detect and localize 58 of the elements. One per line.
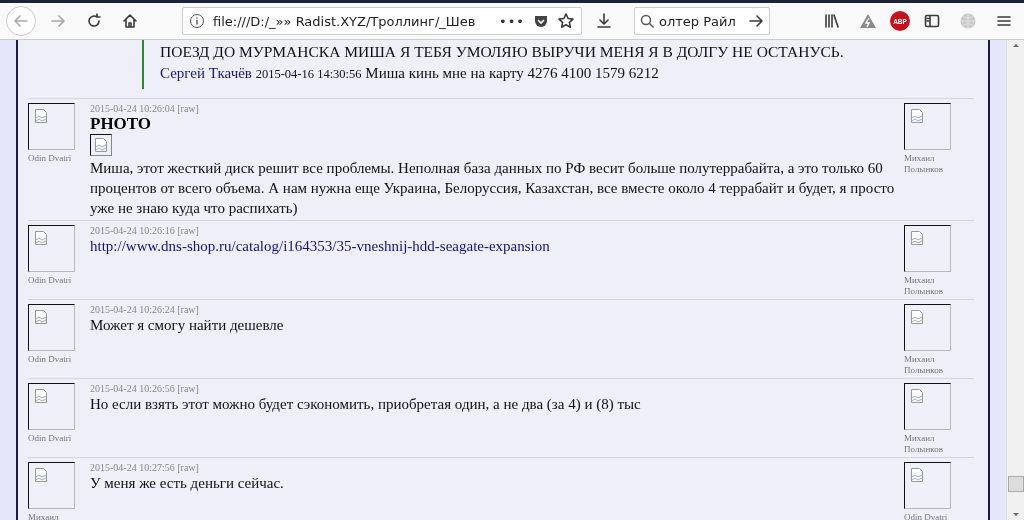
broken-image-icon — [910, 230, 924, 246]
quote-author[interactable]: Сергей Ткачёв — [160, 65, 252, 81]
broken-image-icon — [910, 108, 924, 124]
recipient-name: Михаил Полынков — [904, 354, 944, 376]
message-text: Миша, этот жесткий диск решит все проблемы. Неполная база данных по РФ весит больше полутеррабайта, а это только 60 процентов от всего объема. А нам нужна еще Украина, Белоруссия, Казахстан, все вместе около 4 террабайт и будет, я просто уже не знаю куда что распихать) — [90, 159, 896, 218]
scrollbar[interactable] — [1006, 40, 1024, 520]
message-link[interactable]: http://www.dns-shop.ru/catalog/i164353/35-vneshnij-hdd-seagate-expansion — [90, 238, 550, 254]
broken-image-icon — [94, 137, 108, 153]
author-name: Odin Dvatri — [28, 153, 73, 164]
message-meta: 2015-04-24 10:26:16 [raw] — [90, 225, 200, 236]
author-name: Михаил — [28, 512, 60, 520]
address-bar[interactable]: file:///D:/_»» Radist.XYZ/Троллинг/_Шев ••• — [182, 7, 582, 35]
scroll-thumb[interactable] — [1008, 476, 1024, 492]
quoted-text: ПОЕЗД ДО МУРМАНСКА МИША Я ТЕБЯ УМОЛЯЮ ВЫРУЧИ МЕНЯ Я В ДОЛГУ НЕ ОСТАНУСЬ. — [160, 42, 845, 62]
search-text: олтер Райл — [659, 13, 737, 29]
author-name: Odin Dvatri — [28, 433, 73, 444]
quote-message: Миша кинь мне на карту 4276 4100 1579 6212 — [365, 65, 659, 81]
url-text: file:///D:/_»» Radist.XYZ/Троллинг/_Шев — [213, 13, 477, 29]
back-arrow-icon — [12, 12, 30, 30]
message-title: PHOTO — [90, 114, 153, 133]
message-meta: 2015-04-24 10:27:56 [raw] — [90, 462, 200, 473]
recipient-name: Михаил Полынков — [904, 433, 944, 455]
pocket-icon[interactable] — [533, 13, 549, 29]
recipient-name: Odin Dvatri — [904, 512, 949, 520]
library-icon — [823, 12, 841, 30]
go-arrow-icon[interactable] — [747, 12, 765, 30]
message-meta: 2015-04-24 10:26:56 [raw] — [90, 383, 200, 394]
author-name: Odin Dvatri — [28, 354, 73, 365]
recipient-name: Михаил Полынков — [904, 153, 944, 175]
broken-image-icon — [34, 309, 48, 325]
info-icon — [189, 13, 205, 29]
star-icon[interactable] — [557, 12, 575, 30]
reload-icon — [85, 12, 103, 30]
home-icon — [121, 12, 139, 30]
globe-icon — [959, 12, 977, 30]
message-text: Может я смогу найти дешевле — [90, 316, 285, 335]
broken-image-icon — [910, 309, 924, 325]
message-text: У меня же есть деньги сейчас. — [90, 474, 285, 493]
search-icon — [639, 13, 655, 29]
broken-image-icon — [34, 108, 48, 124]
quote-time: 2015-04-16 14:30:56 — [255, 67, 362, 81]
search-field[interactable]: олтер Райл — [634, 7, 770, 35]
message-meta: 2015-04-24 10:26:24 [raw] — [90, 304, 200, 315]
page-actions-button[interactable]: ••• — [499, 13, 525, 29]
broken-image-icon — [910, 467, 924, 483]
message-meta: 2015-04-24 10:26:04 [raw] — [90, 103, 200, 114]
photo-thumbnail[interactable] — [90, 134, 112, 156]
download-icon — [595, 12, 613, 30]
forward-arrow-icon — [49, 12, 67, 30]
author-name: Odin Dvatri — [28, 275, 73, 286]
sidebar-icon — [923, 12, 941, 30]
message-text: Но если взять этот можно будет сэкономить, приобретая один, а не два (за 4) и (8) тыс — [90, 395, 642, 414]
broken-image-icon — [34, 388, 48, 404]
broken-image-icon — [34, 467, 48, 483]
recipient-name: Михаил Полынков — [904, 275, 944, 297]
broken-image-icon — [34, 230, 48, 246]
bolt-triangle-icon — [859, 12, 877, 30]
broken-image-icon — [910, 388, 924, 404]
